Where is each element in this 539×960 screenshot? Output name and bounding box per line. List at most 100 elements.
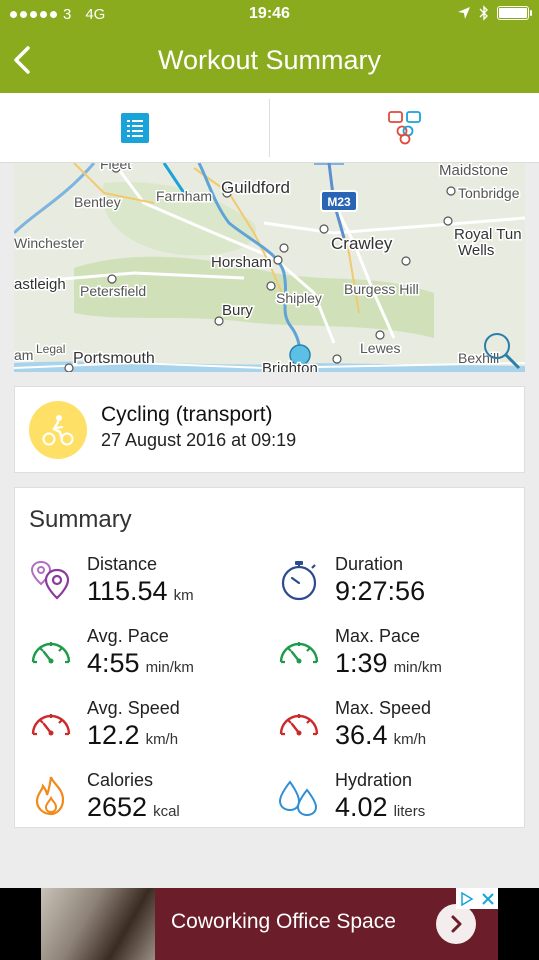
calories-value: 2652	[87, 792, 148, 822]
stopwatch-icon	[281, 561, 317, 601]
m23-label: M23	[327, 195, 351, 209]
max-speed-value: 36.4	[335, 720, 388, 750]
hydration-value-row: 4.02 liters	[335, 792, 425, 823]
calories-unit: kcal	[153, 803, 180, 820]
list-icon	[120, 113, 149, 143]
distance-value: 115.54	[87, 576, 168, 606]
ad-text: Coworking Office Space	[171, 910, 396, 933]
ad-photo	[41, 888, 155, 960]
map-label-tonbridge: Tonbridge	[458, 185, 520, 201]
metric-hydration: Hydration 4.02 liters	[277, 770, 517, 834]
summary-card: Summary Distance 115.54 km Duration 9:27:…	[14, 487, 525, 828]
avg-pace-label: Avg. Pace	[87, 626, 169, 646]
metric-max-pace: Max. Pace 1:39 min/km	[277, 626, 517, 690]
metric-duration: Duration 9:27:56	[277, 554, 517, 618]
route-map[interactable]: Fleet Bentley Farnham Guildford Maidston…	[14, 163, 525, 372]
avg-speed-unit: km/h	[145, 731, 179, 748]
cycling-icon	[29, 401, 87, 459]
calories-value-row: 2652 kcal	[87, 792, 180, 823]
location-arrow-icon	[458, 7, 470, 19]
map-label-portsmouth: Portsmouth	[73, 350, 155, 367]
app-header: 3 4G 19:46 Workout Summary	[0, 0, 539, 93]
avg-speed-value: 12.2	[87, 720, 140, 750]
ad-choices[interactable]	[456, 888, 498, 909]
map-label-petersfield: Petersfield	[80, 283, 146, 299]
hydration-unit: liters	[393, 803, 426, 820]
ad-banner[interactable]: Coworking Office Space	[0, 888, 539, 960]
metric-avg-pace: Avg. Pace 4:55 min/km	[29, 626, 269, 690]
map-label-partial: am	[14, 347, 33, 363]
hydration-label: Hydration	[335, 770, 413, 790]
map-label-legal[interactable]: Legal	[35, 341, 67, 358]
avg-pace-value: 4:55	[87, 648, 140, 678]
map-label-brighton: Brighton	[262, 360, 318, 372]
map-label-wells: Wells	[458, 242, 494, 259]
map-label-maidstone: Maidstone	[439, 163, 508, 179]
metric-distance: Distance 115.54 km	[29, 554, 269, 618]
chevron-right-icon	[451, 915, 462, 933]
water-drops-icon	[278, 780, 318, 817]
ad-content[interactable]: Coworking Office Space	[41, 888, 498, 960]
flame-icon	[35, 776, 65, 816]
speedometer-icon	[279, 714, 319, 736]
tab-list[interactable]	[0, 93, 269, 163]
nav-bar: Workout Summary	[0, 32, 539, 88]
tab-social[interactable]	[270, 93, 539, 163]
summary-title: Summary	[29, 506, 132, 533]
activity-name: Cycling (transport)	[101, 403, 273, 426]
avg-pace-unit: min/km	[145, 659, 194, 676]
map-label-farnham: Farnham	[156, 188, 212, 204]
max-speed-label: Max. Speed	[335, 698, 432, 718]
map-canvas: Fleet Bentley Farnham Guildford Maidston…	[14, 163, 525, 372]
max-speed-value-row: 36.4 km/h	[335, 720, 426, 751]
chat-bubbles-icon	[387, 111, 421, 145]
hydration-value: 4.02	[335, 792, 388, 822]
map-label-crawley: Crawley	[331, 234, 393, 253]
max-speed-unit: km/h	[393, 731, 427, 748]
map-label-bentley: Bentley	[74, 194, 121, 210]
avg-speed-value-row: 12.2 km/h	[87, 720, 178, 751]
map-label-royal-tun: Royal Tun	[454, 226, 522, 243]
adchoices-icon[interactable]	[460, 891, 474, 906]
speedometer-icon	[31, 714, 71, 736]
activity-card[interactable]: Cycling (transport) 27 August 2016 at 09…	[14, 386, 525, 473]
metric-max-speed: Max. Speed 36.4 km/h	[277, 698, 517, 762]
max-pace-value: 1:39	[335, 648, 388, 678]
page-title: Workout Summary	[157, 45, 382, 75]
map-label-guildford: Guildford	[221, 178, 290, 197]
close-icon[interactable]	[482, 892, 494, 905]
metric-calories: Calories 2652 kcal	[29, 770, 269, 834]
ad-arrow-button[interactable]	[436, 904, 476, 944]
duration-value: 9:27:56	[335, 576, 426, 606]
duration-label: Duration	[335, 554, 404, 574]
battery-icon	[497, 6, 532, 20]
view-tabs	[0, 93, 539, 163]
bluetooth-icon	[479, 5, 488, 21]
avg-speed-label: Avg. Speed	[87, 698, 180, 718]
avg-pace-value-row: 4:55 min/km	[87, 648, 194, 679]
map-label-horsham: Horsham	[211, 254, 272, 271]
pace-gauge-icon	[279, 642, 319, 664]
max-pace-label: Max. Pace	[335, 626, 421, 646]
map-label-fleet: Fleet	[100, 163, 131, 172]
map-label-shipley: Shipley	[276, 290, 322, 306]
distance-label: Distance	[87, 554, 158, 574]
activity-date: 27 August 2016 at 09:19	[101, 430, 297, 450]
distance-pins-icon	[30, 560, 70, 600]
metric-avg-speed: Avg. Speed 12.2 km/h	[29, 698, 269, 762]
status-bar: 3 4G 19:46	[0, 0, 539, 30]
duration-value-row: 9:27:56	[335, 576, 425, 607]
m23-shield-icon: M23	[320, 190, 358, 212]
map-label-lewes: Lewes	[360, 340, 400, 356]
max-pace-unit: min/km	[393, 659, 442, 676]
distance-value-row: 115.54 km	[87, 576, 194, 607]
map-label-burgess-hill: Burgess Hill	[344, 281, 419, 297]
map-label-eastleigh: astleigh	[14, 276, 66, 293]
max-pace-value-row: 1:39 min/km	[335, 648, 442, 679]
map-label-winchester: Winchester	[14, 235, 84, 251]
distance-unit: km	[173, 587, 194, 604]
status-right	[457, 5, 532, 21]
map-label-bury: Bury	[222, 302, 253, 319]
pace-gauge-icon	[31, 642, 71, 664]
calories-label: Calories	[87, 770, 154, 790]
